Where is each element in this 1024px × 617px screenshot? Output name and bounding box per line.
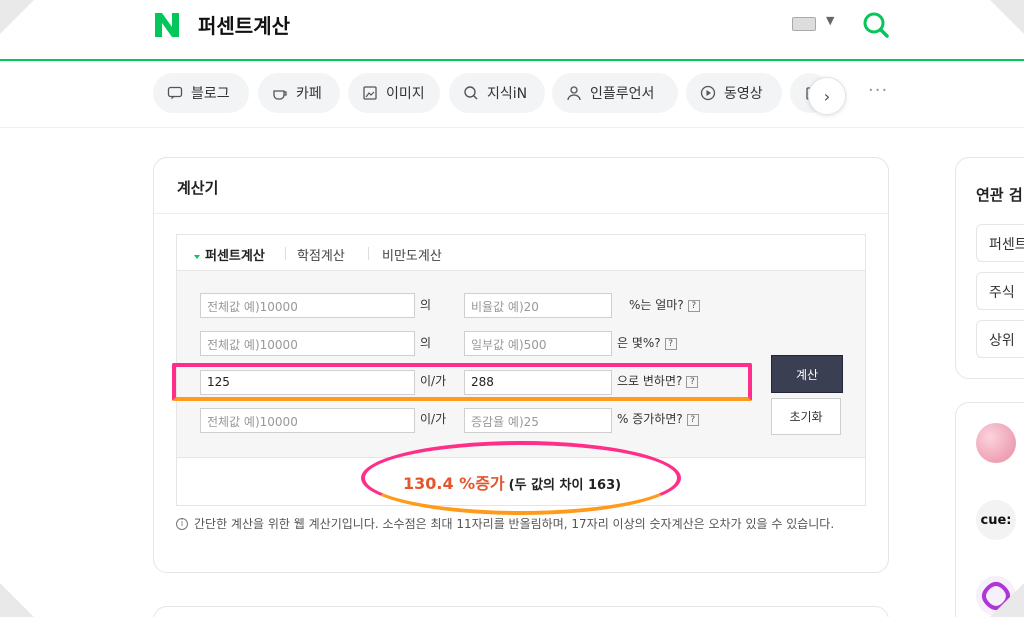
calculator-title: 계산기	[177, 179, 219, 197]
calculator-sub-tabs: 퍼센트계산 학점계산 비만도계산	[177, 235, 865, 271]
knowledge-icon	[464, 86, 478, 100]
next-section-card	[153, 606, 889, 617]
row-joiner: 의	[420, 336, 432, 350]
help-icon[interactable]: ?	[686, 413, 699, 426]
related-search-item[interactable]: 상위	[976, 320, 1024, 358]
note-text: 간단한 계산을 위한 웹 계산기입니다. 소수점은 최대 11자리를 반올림하며…	[194, 517, 835, 531]
chevron-down-icon[interactable]: ▼	[826, 14, 834, 27]
sub-tab-label: 퍼센트계산	[205, 249, 265, 264]
info-icon: i	[176, 518, 188, 530]
influencer-icon	[567, 86, 581, 101]
divider	[154, 213, 888, 214]
row-joiner: 의	[420, 298, 432, 312]
blog-icon	[167, 86, 183, 100]
sub-tab-percent[interactable]: 퍼센트계산	[194, 245, 265, 264]
tab-label: 블로그	[191, 86, 230, 102]
row-suffix: %는 얼마??	[629, 296, 700, 313]
help-icon[interactable]: ?	[664, 337, 677, 350]
active-marker-icon	[194, 254, 200, 259]
corner-decoration	[0, 583, 34, 617]
keyboard-icon[interactable]	[792, 17, 816, 31]
divider	[368, 247, 369, 260]
tab-video[interactable]: 동영상	[686, 73, 782, 113]
tab-label: 동영상	[724, 86, 763, 102]
help-icon[interactable]: ?	[687, 299, 700, 312]
divider	[0, 127, 1024, 128]
row-suffix: % 증가하면??	[617, 410, 699, 427]
image-icon	[363, 86, 377, 100]
tab-label: 이미지	[386, 86, 425, 102]
tab-knowledge[interactable]: 지식iN	[449, 73, 545, 113]
tab-label: 카페	[296, 86, 322, 102]
sub-tab-bmi[interactable]: 비만도계산	[382, 245, 442, 264]
divider	[285, 247, 286, 260]
related-search-card: 연관 검 퍼센트 주식 상위	[955, 157, 1024, 379]
tab-label: 인플루언서	[590, 86, 655, 102]
corner-decoration	[990, 0, 1024, 34]
related-search-item[interactable]: 주식	[976, 272, 1024, 310]
tab-influencer[interactable]: 인플루언서	[552, 73, 678, 113]
total-value-input[interactable]: 전체값 예)10000	[200, 408, 415, 433]
video-icon	[700, 85, 716, 101]
corner-decoration	[990, 583, 1024, 617]
sub-tab-grade[interactable]: 학점계산	[297, 245, 345, 264]
change-rate-input[interactable]: 증감율 예)25	[464, 408, 612, 433]
row-suffix: 은 몇%??	[617, 334, 677, 351]
tabs-next-button[interactable]: ›	[808, 77, 846, 115]
search-icon[interactable]	[862, 11, 890, 39]
highlight-oval	[361, 441, 681, 515]
more-tabs-button[interactable]: ···	[868, 80, 888, 101]
partial-value-input[interactable]: 일부값 예)500	[464, 331, 612, 356]
reset-button[interactable]: 초기화	[771, 398, 841, 435]
cue-logo-avatar[interactable]: cue:	[976, 500, 1016, 540]
highlight-rectangle	[172, 363, 752, 401]
search-query[interactable]: 퍼센트계산	[198, 10, 290, 39]
calculate-button[interactable]: 계산	[771, 355, 843, 393]
tab-label: 지식iN	[487, 86, 528, 102]
search-header: 퍼센트계산 ▼	[0, 0, 1024, 61]
naver-logo-icon[interactable]	[153, 11, 181, 39]
total-value-input[interactable]: 전체값 예)10000	[200, 331, 415, 356]
related-search-item[interactable]: 퍼센트	[976, 224, 1024, 262]
tab-cafe[interactable]: 카페	[258, 73, 340, 113]
row-joiner: 이/가	[420, 412, 447, 426]
related-search-title: 연관 검	[976, 186, 1023, 204]
ratio-value-input[interactable]: 비율값 예)20	[464, 293, 612, 318]
total-value-input[interactable]: 전체값 예)10000	[200, 293, 415, 318]
avatar[interactable]	[976, 423, 1016, 463]
corner-decoration	[0, 0, 34, 34]
tab-image[interactable]: 이미지	[348, 73, 440, 113]
calculator-note: i 간단한 계산을 위한 웹 계산기입니다. 소수점은 최대 11자리를 반올림…	[176, 516, 866, 533]
cafe-icon	[273, 90, 287, 100]
tab-blog[interactable]: 블로그	[153, 73, 249, 113]
